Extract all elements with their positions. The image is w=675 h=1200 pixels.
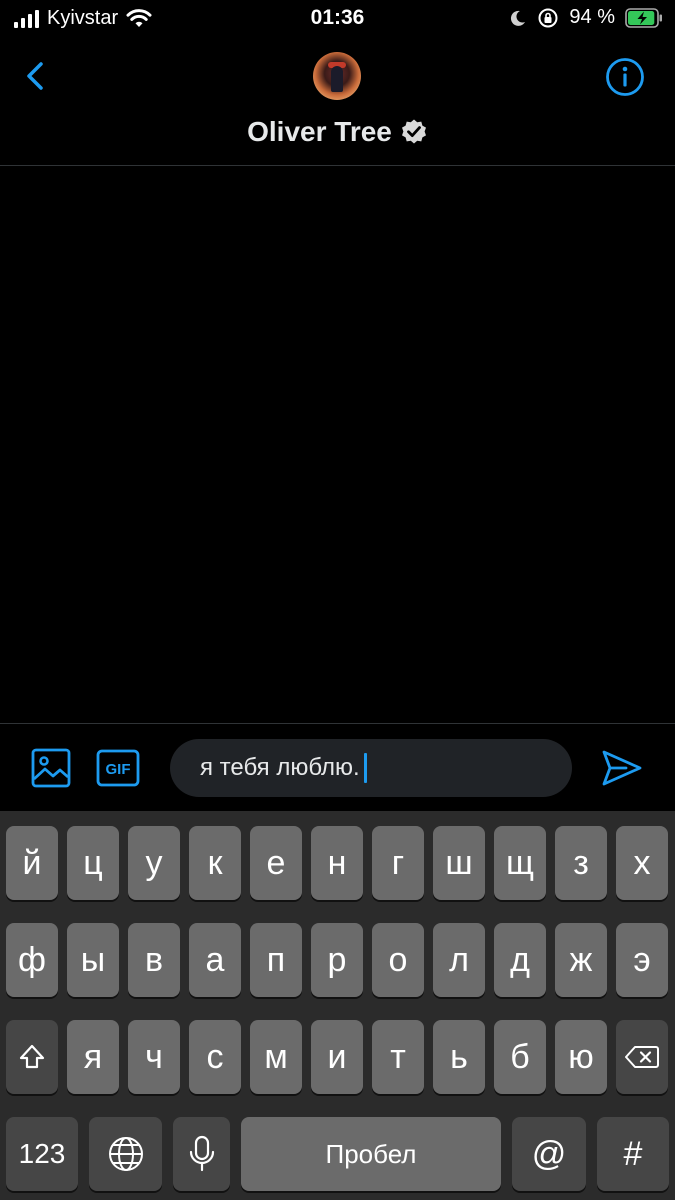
back-arrow-icon[interactable] xyxy=(18,58,54,94)
key-letter[interactable]: й xyxy=(6,826,58,900)
key-letter[interactable]: ш xyxy=(433,826,485,900)
shift-icon xyxy=(19,1044,45,1069)
key-letter[interactable]: о xyxy=(372,923,424,997)
conversation-header: Oliver Tree xyxy=(0,40,675,166)
key-letter[interactable]: а xyxy=(189,923,241,997)
status-bar: Kyivstar 01:36 94 % xyxy=(0,0,675,40)
text-caret xyxy=(363,753,367,783)
dictation-key[interactable] xyxy=(173,1117,230,1191)
key-letter[interactable]: м xyxy=(250,1020,302,1094)
orientation-lock-icon xyxy=(538,8,558,27)
microphone-icon xyxy=(189,1135,214,1172)
gif-icon[interactable]: GIF xyxy=(96,749,140,787)
key-letter[interactable]: л xyxy=(433,923,485,997)
key-letter[interactable]: ы xyxy=(67,923,119,997)
backspace-key[interactable] xyxy=(616,1020,668,1094)
key-letter[interactable]: ц xyxy=(67,826,119,900)
status-right: 94 % xyxy=(509,6,663,29)
key-letter[interactable]: т xyxy=(372,1020,424,1094)
key-letter[interactable]: ч xyxy=(128,1020,180,1094)
key-letter[interactable]: щ xyxy=(494,826,546,900)
avatar[interactable] xyxy=(313,52,361,100)
moon-icon xyxy=(511,10,526,26)
key-letter[interactable]: у xyxy=(128,826,180,900)
space-key[interactable]: Пробел xyxy=(241,1117,501,1191)
numbers-key[interactable]: 123 xyxy=(6,1117,78,1191)
info-icon[interactable] xyxy=(605,57,645,97)
verified-badge-icon xyxy=(401,119,426,144)
key-letter[interactable]: ю xyxy=(555,1020,607,1094)
send-icon[interactable] xyxy=(600,748,644,788)
message-input-text: я тебя люблю. xyxy=(200,754,360,781)
message-list xyxy=(0,166,675,722)
key-letter[interactable]: н xyxy=(311,826,363,900)
key-letter[interactable]: ь xyxy=(433,1020,485,1094)
hash-key[interactable]: # xyxy=(597,1117,669,1191)
key-letter[interactable]: х xyxy=(616,826,668,900)
message-composer: GIF я тебя люблю. xyxy=(0,723,675,812)
key-letter[interactable]: б xyxy=(494,1020,546,1094)
message-input[interactable]: я тебя люблю. xyxy=(170,739,572,797)
svg-text:GIF: GIF xyxy=(106,761,131,778)
key-letter[interactable]: к xyxy=(189,826,241,900)
key-letter[interactable]: и xyxy=(311,1020,363,1094)
key-letter[interactable]: в xyxy=(128,923,180,997)
shift-key[interactable] xyxy=(6,1020,58,1094)
key-letter[interactable]: з xyxy=(555,826,607,900)
key-letter[interactable]: д xyxy=(494,923,546,997)
key-letter[interactable]: с xyxy=(189,1020,241,1094)
key-letter[interactable]: э xyxy=(616,923,668,997)
globe-icon xyxy=(108,1137,143,1171)
keyboard: й ц у к е н г ш щ з х ф ы в а п р о л д … xyxy=(0,811,675,1200)
backspace-icon xyxy=(625,1046,659,1068)
key-letter[interactable]: ж xyxy=(555,923,607,997)
key-letter[interactable]: е xyxy=(250,826,302,900)
key-letter[interactable]: р xyxy=(311,923,363,997)
contact-title[interactable]: Oliver Tree xyxy=(0,116,675,148)
key-letter[interactable]: п xyxy=(250,923,302,997)
battery-icon xyxy=(625,7,662,28)
key-letter[interactable]: ф xyxy=(6,923,58,997)
globe-key[interactable] xyxy=(89,1117,162,1191)
key-letter[interactable]: я xyxy=(67,1020,119,1094)
contact-name: Oliver Tree xyxy=(247,116,392,147)
image-icon[interactable] xyxy=(30,747,72,789)
battery-percent: 94 % xyxy=(569,6,615,28)
at-key[interactable]: @ xyxy=(512,1117,586,1191)
key-letter[interactable]: г xyxy=(372,826,424,900)
